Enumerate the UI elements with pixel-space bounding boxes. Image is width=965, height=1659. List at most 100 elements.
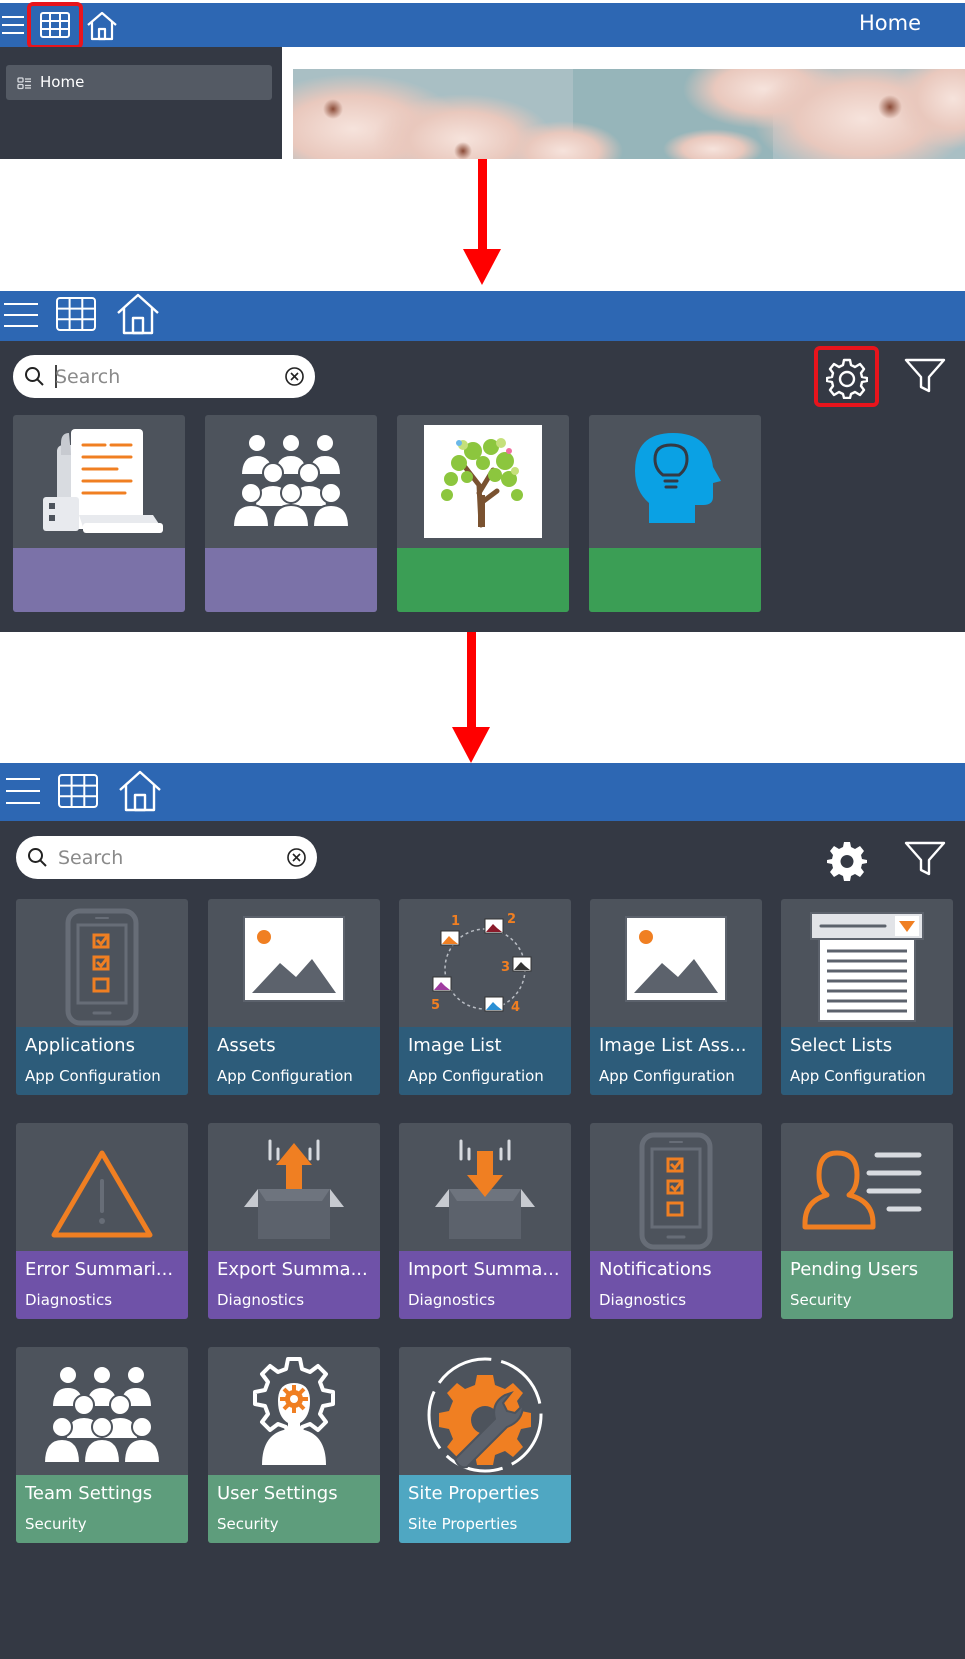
home-icon[interactable]	[115, 292, 161, 336]
page-title: Home	[858, 11, 921, 35]
grid-icon[interactable]	[40, 12, 70, 38]
filter-icon[interactable]	[904, 358, 946, 394]
sidebar-item-label: Home	[40, 73, 85, 91]
tile-error-summaries[interactable]: Error Summari... Diagnostics	[16, 1123, 188, 1319]
clear-search-icon[interactable]	[286, 847, 307, 872]
search-input[interactable]	[58, 844, 278, 871]
app-launcher-panel	[0, 341, 965, 632]
tile-site-properties[interactable]: Site Properties Site Properties	[399, 1347, 571, 1543]
lightbulb-head-icon	[589, 415, 761, 548]
arrow-down-icon	[467, 632, 476, 730]
tile-category: Diagnostics	[599, 1291, 687, 1309]
settings-gear-icon[interactable]	[826, 840, 868, 882]
grid-icon[interactable]	[56, 297, 96, 331]
tile-image-list-assets[interactable]: Image List Ass... App Configuration	[590, 899, 762, 1095]
tile-team[interactable]	[205, 415, 377, 612]
image-list-number: 1	[451, 914, 460, 929]
box-export-icon	[208, 1123, 380, 1259]
tile-ideas[interactable]	[589, 415, 761, 612]
tile-label-band: Team Settings Security	[16, 1475, 188, 1543]
tile-category: App Configuration	[217, 1067, 353, 1085]
tile-category: Diagnostics	[217, 1291, 305, 1309]
tile-label-band: Image List Ass... App Configuration	[590, 1027, 762, 1095]
tile-team-settings[interactable]: Team Settings Security	[16, 1347, 188, 1543]
search-box[interactable]	[13, 355, 315, 398]
tile-pending-users[interactable]: Pending Users Security	[781, 1123, 953, 1319]
tile-color-band	[13, 548, 185, 612]
tile-category: App Configuration	[790, 1067, 926, 1085]
search-box[interactable]	[16, 836, 317, 879]
warning-icon	[16, 1123, 188, 1259]
image-list-number: 3	[501, 960, 510, 975]
tile-label-band: Image List App Configuration	[399, 1027, 571, 1095]
tile-title: Image List	[408, 1035, 502, 1056]
tile-label-band: User Settings Security	[208, 1475, 380, 1543]
menu-icon[interactable]	[6, 775, 40, 807]
tile-category: Security	[790, 1291, 852, 1309]
tile-label-band: Applications App Configuration	[16, 1027, 188, 1095]
tile-category: Security	[217, 1515, 279, 1533]
team-people-icon	[16, 1347, 188, 1483]
tile-tree[interactable]	[397, 415, 569, 612]
tile-applications[interactable]: Applications App Configuration	[16, 899, 188, 1095]
tile-title: Assets	[217, 1035, 276, 1056]
tile-label-band: Site Properties Site Properties	[399, 1475, 571, 1543]
tile-label-band: Export Summa... Diagnostics	[208, 1251, 380, 1319]
tile-title: Team Settings	[25, 1483, 153, 1504]
tile-import-summaries[interactable]: Import Summa... Diagnostics	[399, 1123, 571, 1319]
tile-select-lists[interactable]: Select Lists App Configuration	[781, 899, 953, 1095]
tile-image-list[interactable]: 1 2 3 4 5 Image List App Configuration	[399, 899, 571, 1095]
top-navigation-bar	[0, 291, 965, 341]
search-input[interactable]	[55, 363, 275, 390]
tile-label-band: Select Lists App Configuration	[781, 1027, 953, 1095]
grid-icon[interactable]	[58, 774, 98, 808]
home-icon[interactable]	[86, 11, 118, 41]
team-people-icon	[205, 415, 377, 548]
tile-title: Export Summa...	[217, 1259, 368, 1280]
tree-image-icon	[397, 415, 569, 548]
tile-category: Site Properties	[408, 1515, 518, 1533]
tile-document[interactable]	[13, 415, 185, 612]
document-hands-icon	[13, 415, 185, 548]
clear-search-icon[interactable]	[284, 366, 305, 391]
tile-title: Pending Users	[790, 1259, 919, 1280]
tile-assets[interactable]: Assets App Configuration	[208, 899, 380, 1095]
tile-category: App Configuration	[25, 1067, 161, 1085]
search-icon	[27, 847, 48, 872]
tile-notifications[interactable]: Notifications Diagnostics	[590, 1123, 762, 1319]
tile-title: Image List Ass...	[599, 1035, 747, 1056]
tile-label-band: Pending Users Security	[781, 1251, 953, 1319]
box-import-icon	[399, 1123, 571, 1259]
filter-icon[interactable]	[904, 841, 946, 877]
gear-wrench-icon	[399, 1347, 571, 1483]
top-navigation-bar: Home	[0, 3, 965, 47]
top-navigation-bar	[0, 763, 965, 821]
image-cycle-icon: 1 2 3 4 5	[399, 899, 571, 1035]
select-list-icon	[781, 899, 953, 1035]
arrow-head-icon	[452, 727, 490, 763]
menu-icon[interactable]	[4, 300, 38, 330]
tile-title: Applications	[25, 1035, 135, 1056]
settings-gear-icon[interactable]	[826, 357, 868, 399]
tile-category: Diagnostics	[25, 1291, 113, 1309]
tile-category: App Configuration	[599, 1067, 735, 1085]
banner-image	[293, 69, 965, 159]
menu-icon[interactable]	[2, 13, 26, 37]
tile-user-settings[interactable]: User Settings Security	[208, 1347, 380, 1543]
tile-label-band: Error Summari... Diagnostics	[16, 1251, 188, 1319]
tile-title: Import Summa...	[408, 1259, 560, 1280]
image-list-number: 4	[511, 1000, 520, 1015]
image-icon	[590, 899, 762, 1035]
tile-color-band	[397, 548, 569, 612]
home-icon[interactable]	[117, 769, 163, 813]
arrow-down-icon	[478, 159, 487, 251]
image-list-number: 2	[507, 912, 516, 927]
tile-label-band: Assets App Configuration	[208, 1027, 380, 1095]
app-launcher-panel: Applications App Configuration Assets Ap…	[0, 821, 965, 1659]
image-list-number: 5	[431, 998, 440, 1013]
tile-export-summaries[interactable]: Export Summa... Diagnostics	[208, 1123, 380, 1319]
phone-checklist-icon	[590, 1123, 762, 1259]
tile-title: User Settings	[217, 1483, 338, 1504]
user-card-icon	[781, 1123, 953, 1259]
sidebar-item-home[interactable]: Home	[6, 65, 272, 100]
